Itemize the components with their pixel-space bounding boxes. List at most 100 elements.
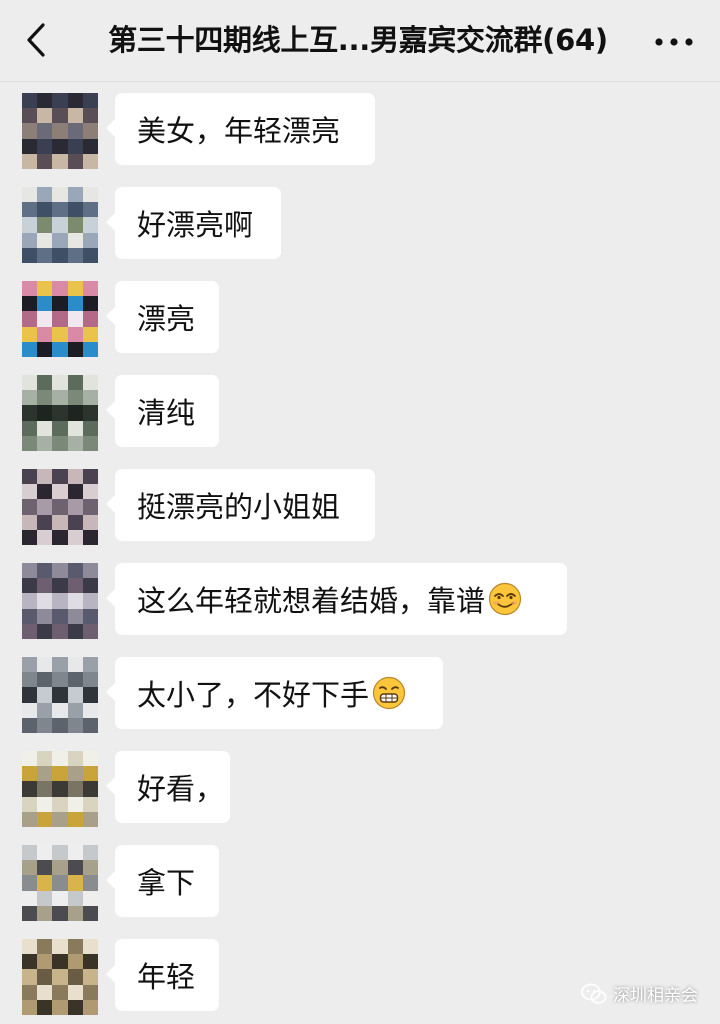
avatar-pixel	[67, 514, 83, 530]
avatar-pixel	[82, 781, 98, 797]
avatar-pixel	[52, 766, 68, 782]
message-row: 漂亮	[0, 281, 720, 357]
avatar-pixel	[67, 405, 83, 421]
avatar-pixel	[82, 499, 98, 515]
avatar-pixel	[82, 593, 98, 609]
avatar-pixel	[37, 687, 53, 703]
message-bubble[interactable]: 美女，年轻漂亮	[106, 93, 375, 165]
avatar-pixel	[37, 657, 53, 673]
avatar-pixel	[37, 939, 53, 955]
avatar-pixel	[67, 766, 83, 782]
avatar-pixel	[52, 811, 68, 827]
message-row: 美女，年轻漂亮	[0, 93, 720, 169]
avatar[interactable]	[22, 939, 98, 1015]
avatar-pixel	[82, 751, 98, 767]
message-bubble[interactable]: 好漂亮啊	[106, 187, 281, 259]
avatar-pixel	[52, 563, 68, 579]
avatar-pixel	[67, 484, 83, 500]
avatar-pixel	[22, 202, 38, 218]
more-dots-icon	[655, 38, 693, 46]
chat-header: 第三十四期线上互...男嘉宾交流群(64)	[0, 0, 720, 82]
avatar[interactable]	[22, 375, 98, 451]
avatar-pixel	[37, 247, 53, 263]
avatar-pixel	[37, 563, 53, 579]
message-bubble[interactable]: 拿下	[106, 845, 219, 917]
avatar-pixel	[52, 108, 68, 124]
avatar-pixel	[82, 845, 98, 861]
avatar-pixel	[52, 296, 68, 312]
avatar-pixel	[22, 860, 38, 876]
more-button[interactable]	[646, 22, 702, 62]
avatar-pixel	[67, 623, 83, 639]
avatar-pixel	[52, 984, 68, 1000]
chat-title: 第三十四期线上互...男嘉宾交流群(64)	[108, 23, 608, 57]
avatar-pixel	[82, 390, 98, 406]
watermark-text: 深圳相亲会	[613, 986, 698, 1006]
message-bubble[interactable]: 年轻	[106, 939, 219, 1011]
avatar-pixel	[37, 845, 53, 861]
avatar[interactable]	[22, 563, 98, 639]
avatar-pixel	[52, 954, 68, 970]
avatar-pixel	[37, 984, 53, 1000]
avatar-pixel	[22, 247, 38, 263]
avatar-pixel	[67, 420, 83, 436]
avatar-pixel	[22, 875, 38, 891]
avatar-pixel	[22, 672, 38, 688]
message-bubble[interactable]: 这么年轻就想着结婚，靠谱	[106, 563, 567, 635]
avatar-pixel	[52, 435, 68, 451]
message-bubble[interactable]: 清纯	[106, 375, 219, 447]
avatar[interactable]	[22, 281, 98, 357]
avatar-pixel	[67, 751, 83, 767]
message-row: 好看，	[0, 751, 720, 827]
avatar[interactable]	[22, 751, 98, 827]
avatar-pixel	[37, 529, 53, 545]
avatar-pixel	[37, 499, 53, 515]
avatar-pixel	[22, 781, 38, 797]
avatar-pixel	[37, 905, 53, 921]
message-bubble[interactable]: 好看，	[106, 751, 230, 823]
avatar-pixel	[67, 687, 83, 703]
message-bubble[interactable]: 漂亮	[106, 281, 219, 353]
avatar-pixel	[22, 623, 38, 639]
avatar-pixel	[37, 811, 53, 827]
avatar[interactable]	[22, 657, 98, 733]
avatar-pixel	[82, 875, 98, 891]
avatar-pixel	[67, 717, 83, 733]
avatar-pixel	[67, 93, 83, 109]
avatar[interactable]	[22, 845, 98, 921]
avatar-pixel	[67, 811, 83, 827]
avatar[interactable]	[22, 93, 98, 169]
avatar-pixel	[22, 811, 38, 827]
avatar[interactable]	[22, 187, 98, 263]
avatar-pixel	[22, 563, 38, 579]
avatar-pixel	[82, 281, 98, 297]
message-bubble[interactable]: 挺漂亮的小姐姐	[106, 469, 375, 541]
avatar-pixel	[67, 341, 83, 357]
avatar-pixel	[82, 405, 98, 421]
message-row: 太小了，不好下手	[0, 657, 720, 733]
avatar-pixel	[67, 890, 83, 906]
avatar-pixel	[82, 999, 98, 1015]
avatar-pixel	[37, 138, 53, 154]
avatar-pixel	[52, 796, 68, 812]
avatar-pixel	[67, 781, 83, 797]
message-bubble[interactable]: 太小了，不好下手	[106, 657, 443, 729]
avatar-pixel	[22, 375, 38, 391]
chevron-left-icon	[27, 23, 45, 57]
avatar-pixel	[82, 108, 98, 124]
avatar-pixel	[37, 123, 53, 139]
avatar-pixel	[82, 969, 98, 985]
avatar[interactable]	[22, 469, 98, 545]
avatar-pixel	[67, 375, 83, 391]
avatar-pixel	[52, 138, 68, 154]
avatar-pixel	[82, 341, 98, 357]
avatar-pixel	[22, 281, 38, 297]
avatar-pixel	[82, 93, 98, 109]
avatar-pixel	[22, 845, 38, 861]
back-button[interactable]	[16, 20, 56, 60]
avatar-pixel	[67, 435, 83, 451]
avatar-pixel	[37, 969, 53, 985]
avatar-pixel	[52, 311, 68, 327]
avatar-pixel	[52, 514, 68, 530]
avatar-pixel	[82, 811, 98, 827]
